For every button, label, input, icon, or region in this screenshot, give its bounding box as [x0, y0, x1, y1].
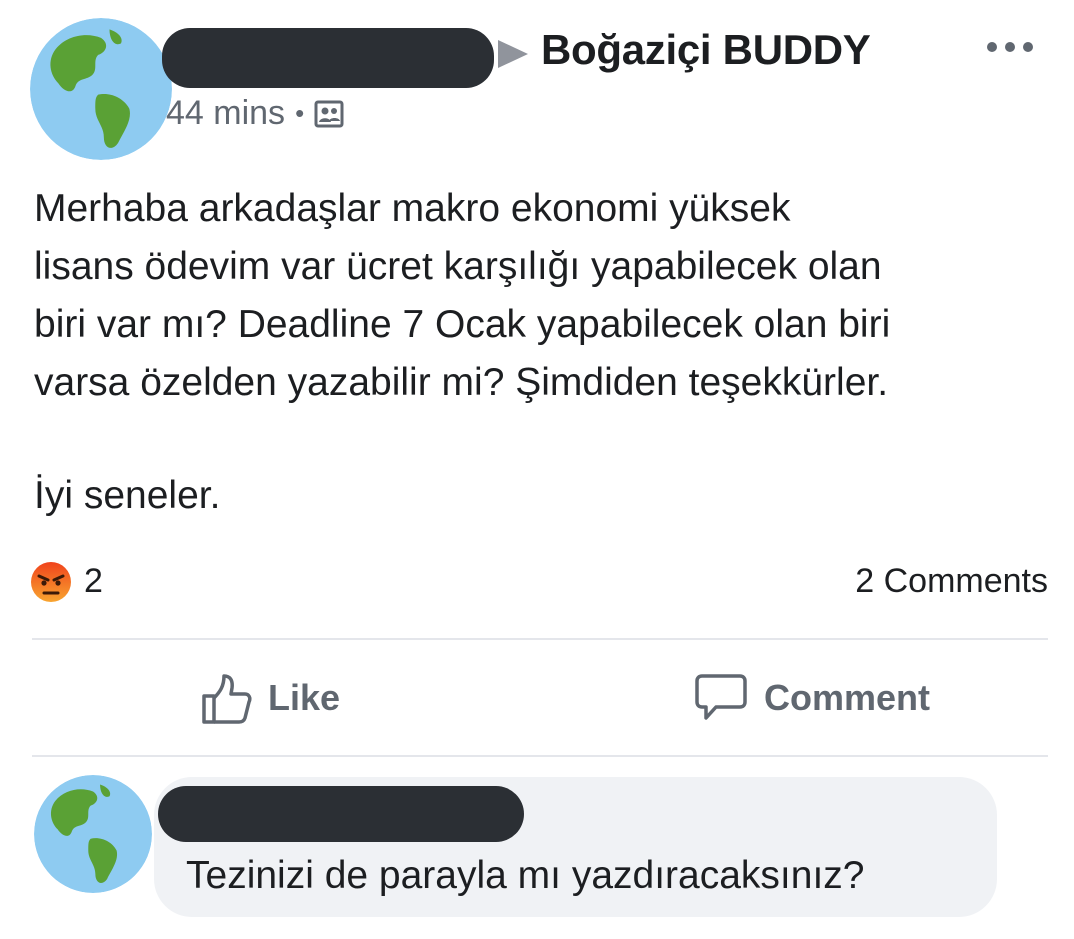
post-meta: 44 mins • [166, 94, 344, 133]
like-label: Like [268, 677, 341, 718]
speech-bubble-icon [695, 674, 747, 720]
angry-emoji-icon[interactable] [30, 561, 72, 603]
globe-americas-icon [30, 18, 172, 160]
divider-top [32, 638, 1048, 640]
post-timestamp[interactable]: 44 mins [166, 94, 285, 133]
triangle-right-icon [498, 40, 528, 68]
redacted-commenter-name [158, 786, 524, 842]
commenter-avatar[interactable] [34, 775, 152, 893]
group-name-link[interactable]: Boğaziçi BUDDY [541, 26, 871, 74]
comment-text: Tezinizi de parayla mı yazdıracaksınız? [186, 854, 865, 897]
post-text: Merhaba arkadaşlar makro ekonomi yüksek … [34, 187, 891, 404]
meta-separator: • [295, 98, 305, 128]
group-members-icon [314, 100, 344, 127]
thumbs-up-icon [202, 674, 252, 724]
comment-label: Comment [764, 677, 931, 718]
redacted-author-name [162, 28, 494, 88]
comment-button[interactable]: Comment [694, 668, 930, 728]
like-button[interactable]: Like [200, 668, 340, 728]
comments-count-link[interactable]: 2 Comments [855, 562, 1048, 601]
author-avatar[interactable] [30, 18, 172, 160]
globe-americas-icon [34, 775, 152, 893]
reaction-count[interactable]: 2 [84, 562, 103, 601]
divider-bottom [32, 755, 1048, 757]
post-closing-text: İyi seneler. [34, 474, 221, 517]
ellipsis-icon[interactable] [984, 36, 1036, 58]
